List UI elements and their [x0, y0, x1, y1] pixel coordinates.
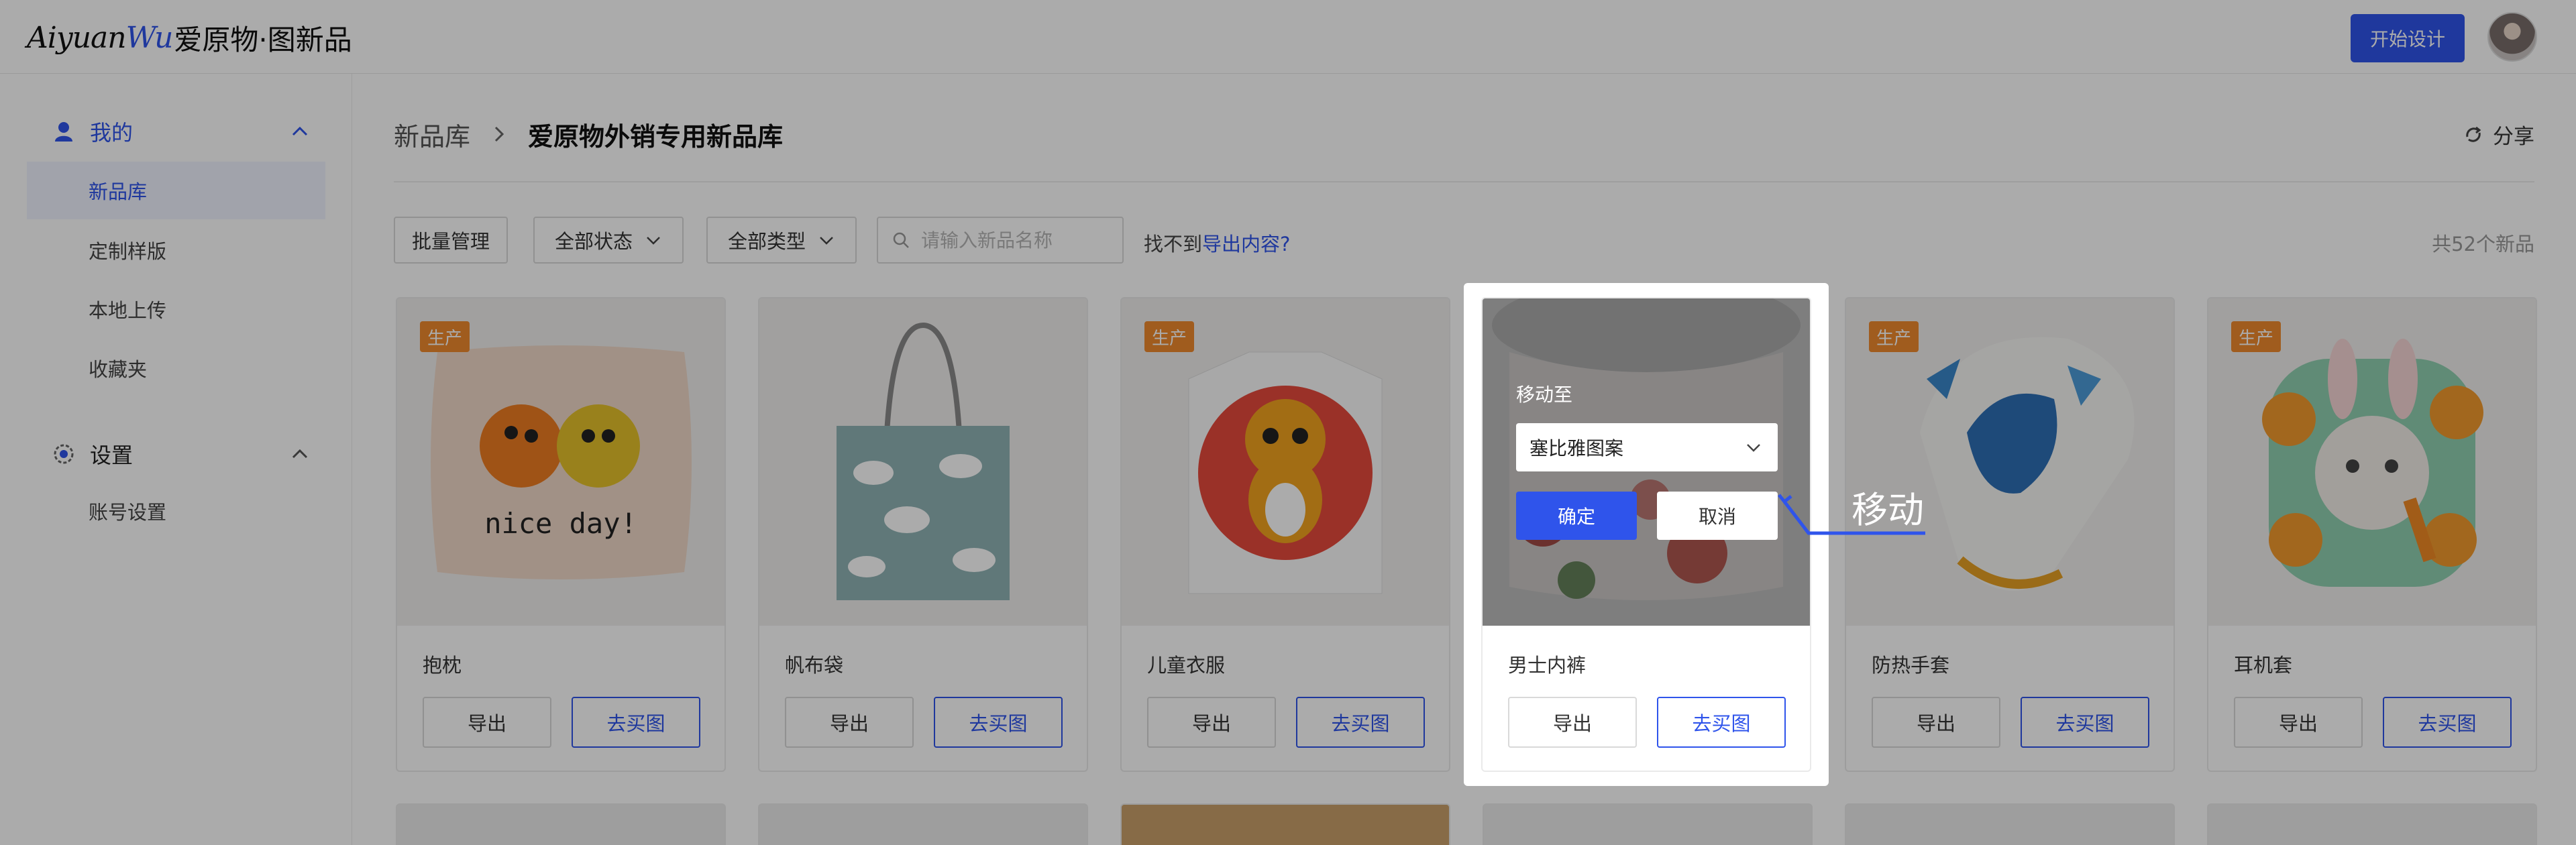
- product-card-highlighted[interactable]: 移动至 塞比雅图案 确定 取消 男士内裤 导出 去买图: [1481, 297, 1811, 772]
- confirm-button[interactable]: 确定: [1516, 492, 1637, 540]
- cancel-button[interactable]: 取消: [1657, 492, 1778, 540]
- annotation-label: 移动: [1851, 489, 1924, 531]
- move-to-label: 移动至: [1516, 384, 1573, 406]
- export-button[interactable]: 导出: [1508, 697, 1637, 748]
- modal-overlay[interactable]: [0, 0, 2576, 845]
- product-name: 男士内裤: [1508, 654, 1587, 677]
- chevron-down-icon: [1747, 444, 1760, 452]
- buy-image-button[interactable]: 去买图: [1657, 697, 1786, 748]
- move-target-select[interactable]: 塞比雅图案: [1516, 423, 1778, 471]
- move-target-value: 塞比雅图案: [1529, 437, 1624, 459]
